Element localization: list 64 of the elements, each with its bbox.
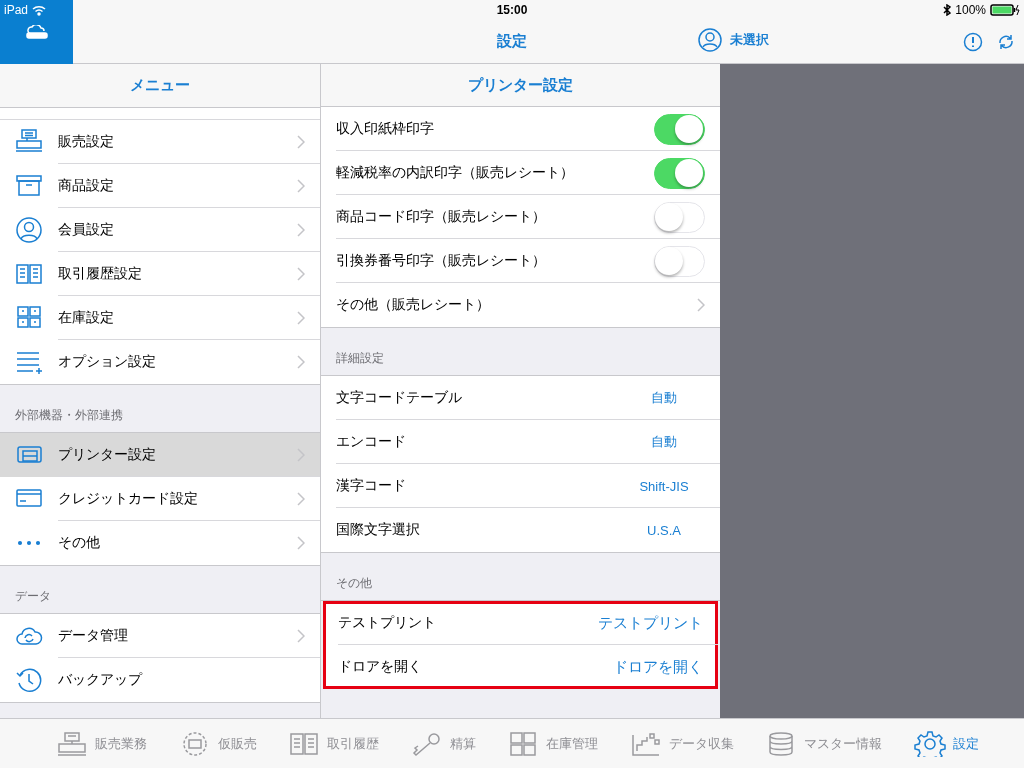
setting-label: テストプリント	[338, 614, 437, 632]
alert-icon	[963, 32, 983, 52]
setting-label: 漢字コード	[336, 477, 407, 495]
toggle-switch[interactable]	[654, 113, 705, 145]
bluetooth-icon	[943, 4, 952, 16]
setting-label: 国際文字選択	[336, 521, 421, 539]
chevron-icon	[297, 179, 305, 193]
app-logo-tile[interactable]	[0, 0, 73, 64]
book-icon	[15, 261, 43, 287]
action-link[interactable]: ドロアを開く	[613, 657, 703, 677]
tab-item[interactable]: 販売業務	[55, 719, 148, 768]
chevron-icon	[297, 267, 305, 281]
chevron-icon	[297, 536, 305, 550]
detail-title: プリンター設定	[468, 75, 573, 95]
chevron-icon	[297, 355, 305, 369]
tab-item[interactable]: 取引履歴	[287, 719, 380, 768]
settings-link-row[interactable]: その他（販売レシート）	[321, 283, 720, 327]
menu-title: メニュー	[130, 76, 190, 95]
chevron-icon	[297, 135, 305, 149]
dots-icon	[17, 540, 41, 546]
person-icon	[15, 217, 43, 243]
setting-label: 引換券番号印字（販売レシート）	[336, 252, 547, 270]
wifi-icon	[32, 4, 47, 16]
setting-label: 軽減税率の内訳印字（販売レシート）	[336, 164, 575, 182]
cash-register-icon	[15, 129, 43, 155]
chevron-icon	[297, 492, 305, 506]
setting-label: ドロアを開く	[338, 658, 423, 676]
status-time: 15:00	[496, 3, 528, 17]
tab-item[interactable]: データ収集	[628, 719, 734, 768]
setting-label: 文字コードテーブル	[336, 389, 463, 407]
tab-item[interactable]: 設定	[912, 719, 979, 768]
gear-icon	[912, 730, 947, 757]
setting-label: 商品コード印字（販売レシート）	[336, 208, 547, 226]
chevron-icon	[297, 311, 305, 325]
chevron-icon	[697, 298, 705, 312]
refresh-icon	[997, 32, 1015, 52]
battery-icon	[990, 4, 1020, 16]
refresh-button[interactable]	[997, 32, 1015, 52]
toggle-switch[interactable]	[654, 157, 705, 189]
battery-percent: 100%	[955, 3, 986, 17]
clock-icon	[15, 667, 43, 693]
drawers-icon	[15, 305, 43, 331]
user-button[interactable]: 未選択	[698, 28, 769, 52]
setting-label: エンコード	[336, 433, 407, 451]
setting-value[interactable]: 自動	[629, 389, 699, 407]
setting-value[interactable]: Shift-JIS	[629, 478, 699, 494]
menu-item[interactable]: プリンター設定	[0, 433, 320, 477]
tab-item[interactable]: 在庫管理	[506, 719, 599, 768]
setting-value[interactable]: 自動	[629, 433, 699, 451]
list-plus-icon	[15, 349, 43, 375]
device-name: iPad	[4, 3, 29, 17]
person-icon	[698, 28, 722, 52]
tab-item[interactable]: マスター情報	[764, 719, 883, 768]
tab-item[interactable]: 仮販売	[177, 719, 257, 768]
cloud-icon	[25, 25, 48, 39]
chevron-icon	[297, 223, 305, 237]
alert-button[interactable]	[963, 32, 983, 52]
setting-value[interactable]: U.S.A	[629, 522, 699, 538]
action-link[interactable]: テストプリント	[598, 613, 703, 633]
box-icon	[15, 173, 43, 199]
tab-item[interactable]: 精算	[409, 719, 476, 768]
chevron-icon	[297, 629, 305, 643]
setting-label: 収入印紙枠印字	[336, 120, 435, 138]
nav-title: 設定	[496, 32, 528, 51]
